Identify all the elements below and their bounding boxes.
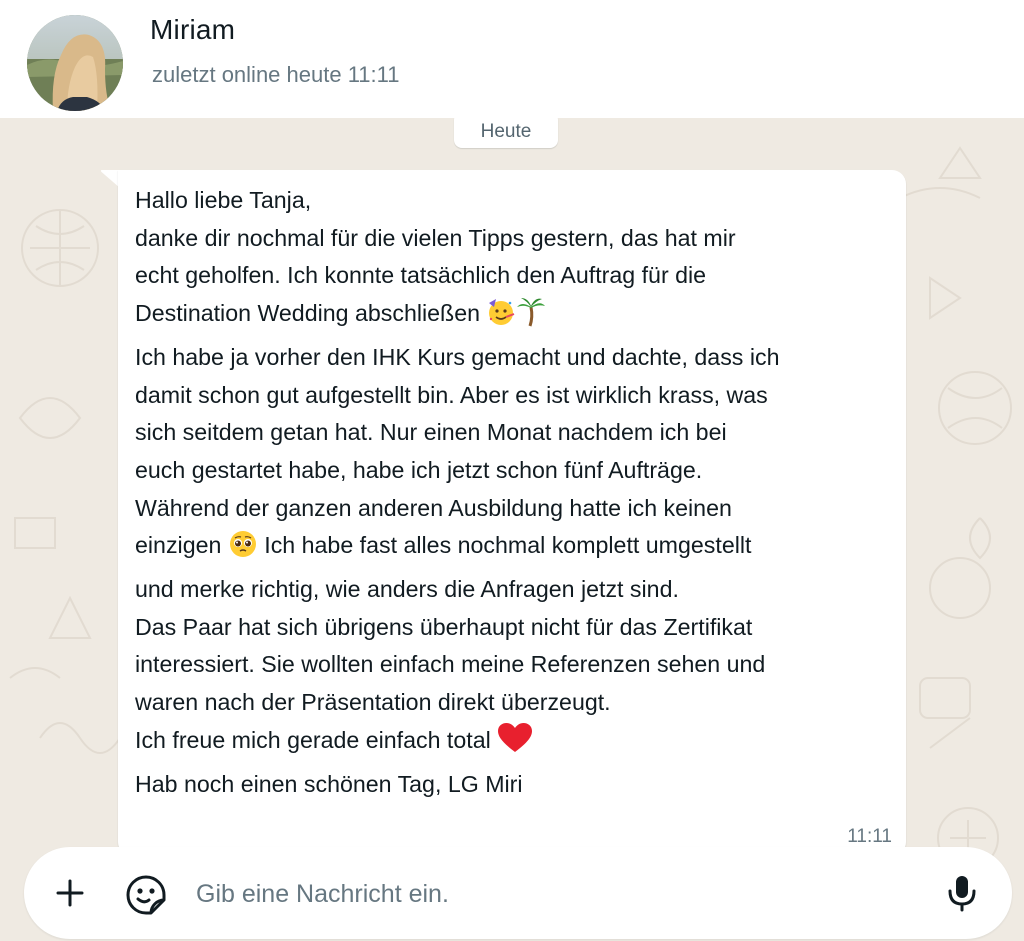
message-line-text: Destination Wedding abschließen	[135, 300, 487, 327]
message-line: Während der ganzen anderen Ausbildung ha…	[135, 490, 900, 528]
attach-button[interactable]	[48, 871, 92, 915]
message-line-text: Ich habe ja vorher den IHK Kurs gemacht …	[135, 343, 780, 370]
message-line: Hallo liebe Tanja,	[135, 182, 900, 220]
message-line: interessiert. Sie wollten einfach meine …	[135, 646, 900, 684]
sticker-button[interactable]	[122, 871, 170, 919]
message-line-text: euch gestartet habe, habe ich jetzt scho…	[135, 456, 703, 483]
message-line: Destination Wedding abschließen	[135, 295, 900, 339]
message-line-text: einzigen	[135, 532, 228, 559]
message-timestamp: 11:11	[847, 826, 892, 847]
chat-screen: Miriam zuletzt online heute 11:11 Heute …	[0, 0, 1024, 941]
message-line-text: waren nach der Präsentation direkt überz…	[135, 689, 611, 716]
message-line: Das Paar hat sich übrigens überhaupt nic…	[135, 609, 900, 647]
message-line-text: Ich habe fast alles nochmal komplett umg…	[257, 532, 752, 559]
message-line-text: Hallo liebe Tanja,	[135, 187, 312, 213]
message-line: damit schon gut aufgestellt bin. Aber es…	[135, 377, 900, 415]
message-composer	[24, 847, 1012, 939]
message-line-text: damit schon gut aufgestellt bin. Aber es…	[135, 381, 768, 408]
message-line-text: Hab noch einen schönen Tag, LG Miri	[135, 770, 523, 797]
message-text: Hallo liebe Tanja, danke dir nochmal für …	[135, 182, 900, 803]
partying-face-emoji	[486, 297, 516, 339]
message-line: und merke richtig, wie anders die Anfrag…	[135, 571, 900, 609]
last-seen-status: zuletzt online heute 11:11	[152, 62, 400, 87]
message-line-text: Während der ganzen anderen Ausbildung ha…	[135, 494, 732, 521]
message-line: Ich freue mich gerade einfach total	[135, 722, 900, 766]
message-line: danke dir nochmal für die vielen Tipps g…	[135, 220, 900, 258]
message-line-text: interessiert. Sie wollten einfach meine …	[135, 651, 766, 678]
message-line-text: Das Paar hat sich übrigens überhaupt nic…	[135, 613, 753, 640]
palm-tree-emoji	[516, 295, 546, 339]
bubble-tail	[100, 170, 120, 188]
pleading-face-emoji	[228, 529, 258, 571]
date-separator: Heute	[454, 118, 558, 148]
message-line-text: danke dir nochmal für die vielen Tipps g…	[135, 224, 736, 251]
message-input[interactable]	[194, 869, 898, 919]
sticker-icon	[126, 875, 166, 915]
plus-icon	[56, 879, 84, 907]
message-line: Hab noch einen schönen Tag, LG Miri	[135, 766, 900, 804]
voice-message-button[interactable]	[940, 871, 984, 915]
microphone-icon	[948, 876, 976, 912]
incoming-message-bubble[interactable]: Hallo liebe Tanja, danke dir nochmal für …	[118, 170, 906, 856]
message-line: waren nach der Präsentation direkt überz…	[135, 684, 900, 722]
message-line: euch gestartet habe, habe ich jetzt scho…	[135, 452, 900, 490]
message-list[interactable]: Heute Hallo liebe Tanja, danke dir nochma…	[0, 118, 1024, 941]
message-line: einzigen Ich habe fast alles nochmal kom…	[135, 527, 900, 571]
contact-avatar[interactable]	[27, 15, 123, 111]
contact-name[interactable]: Miriam	[150, 14, 235, 46]
message-line-text: sich seitdem getan hat. Nur einen Monat …	[135, 419, 727, 446]
message-line: sich seitdem getan hat. Nur einen Monat …	[135, 414, 900, 452]
message-line: Ich habe ja vorher den IHK Kurs gemacht …	[135, 339, 900, 377]
red-heart-emoji	[497, 722, 533, 766]
message-line: echt geholfen. Ich konnte tatsächlich de…	[135, 257, 900, 295]
message-line-text: und merke richtig, wie anders die Anfrag…	[135, 576, 679, 603]
chat-header[interactable]: Miriam zuletzt online heute 11:11	[0, 0, 1024, 118]
message-line-text: Ich freue mich gerade einfach total	[135, 726, 498, 753]
message-line-text: echt geholfen. Ich konnte tatsächlich de…	[135, 262, 707, 289]
